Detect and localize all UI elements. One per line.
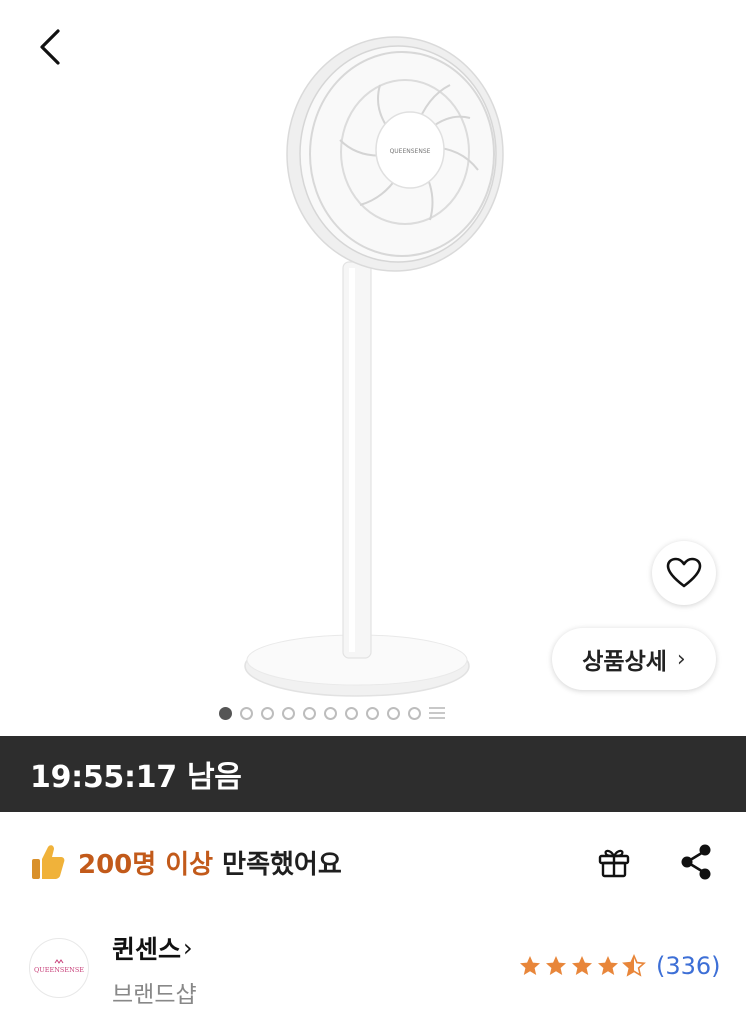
carousel-dot[interactable] xyxy=(282,706,295,720)
svg-text:QUEENSENSE: QUEENSENSE xyxy=(390,148,431,155)
heart-outline-icon xyxy=(666,557,702,588)
product-detail-label: 상품상세 xyxy=(582,649,667,675)
back-button[interactable] xyxy=(28,22,72,72)
gift-icon xyxy=(598,849,630,878)
carousel-dot[interactable] xyxy=(387,706,400,720)
brand-logo[interactable]: QUEENSENSE xyxy=(29,938,89,998)
satisfaction-suffix: 만족했어요 xyxy=(213,849,342,880)
carousel-dot[interactable] xyxy=(303,706,316,720)
carousel-dot[interactable] xyxy=(219,706,232,720)
review-count[interactable]: (336) xyxy=(656,952,721,980)
star-full-icon xyxy=(546,956,566,975)
rating-summary[interactable]: (336) xyxy=(518,952,721,980)
star-full-icon xyxy=(572,956,592,975)
chevron-left-icon xyxy=(40,29,60,65)
wishlist-button[interactable] xyxy=(652,541,716,605)
time-remaining-text: 19:55:17 남음 xyxy=(30,760,242,795)
star-half-icon xyxy=(622,954,646,977)
carousel-indicator xyxy=(219,703,445,723)
brand-name: 퀸센스 xyxy=(112,935,182,964)
share-icon xyxy=(681,844,711,880)
brand-type-label: 브랜드샵 xyxy=(112,982,197,1008)
carousel-dot[interactable] xyxy=(408,706,421,720)
product-image[interactable]: QUEENSENSE xyxy=(0,0,746,736)
brand-chevron: › xyxy=(183,934,193,962)
chevron-right-icon: › xyxy=(676,646,686,672)
brand-logo-text: QUEENSENSE xyxy=(34,966,84,974)
brand-logo-mark: QUEENSENSE xyxy=(34,959,84,974)
carousel-dot[interactable] xyxy=(240,706,253,720)
thumbs-up-icon xyxy=(32,845,65,879)
time-remaining-banner: 19:55:17 남음 xyxy=(0,736,746,812)
carousel-dot[interactable] xyxy=(345,706,358,720)
gift-button[interactable] xyxy=(594,842,634,882)
carousel-dot[interactable] xyxy=(261,706,274,720)
star-full-icon xyxy=(520,956,540,975)
satisfaction-row: 200명 이상 만족했어요 xyxy=(30,838,342,886)
carousel-dot[interactable] xyxy=(324,706,337,720)
satisfaction-highlight: 200명 이상 xyxy=(78,849,214,880)
star-full-icon xyxy=(598,956,618,975)
share-button[interactable] xyxy=(674,840,718,884)
brand-link[interactable]: 퀸센스 › xyxy=(112,930,193,966)
carousel-dot[interactable] xyxy=(366,706,379,720)
product-detail-button[interactable]: 상품상세 › xyxy=(552,628,716,690)
more-images-icon xyxy=(429,705,445,721)
